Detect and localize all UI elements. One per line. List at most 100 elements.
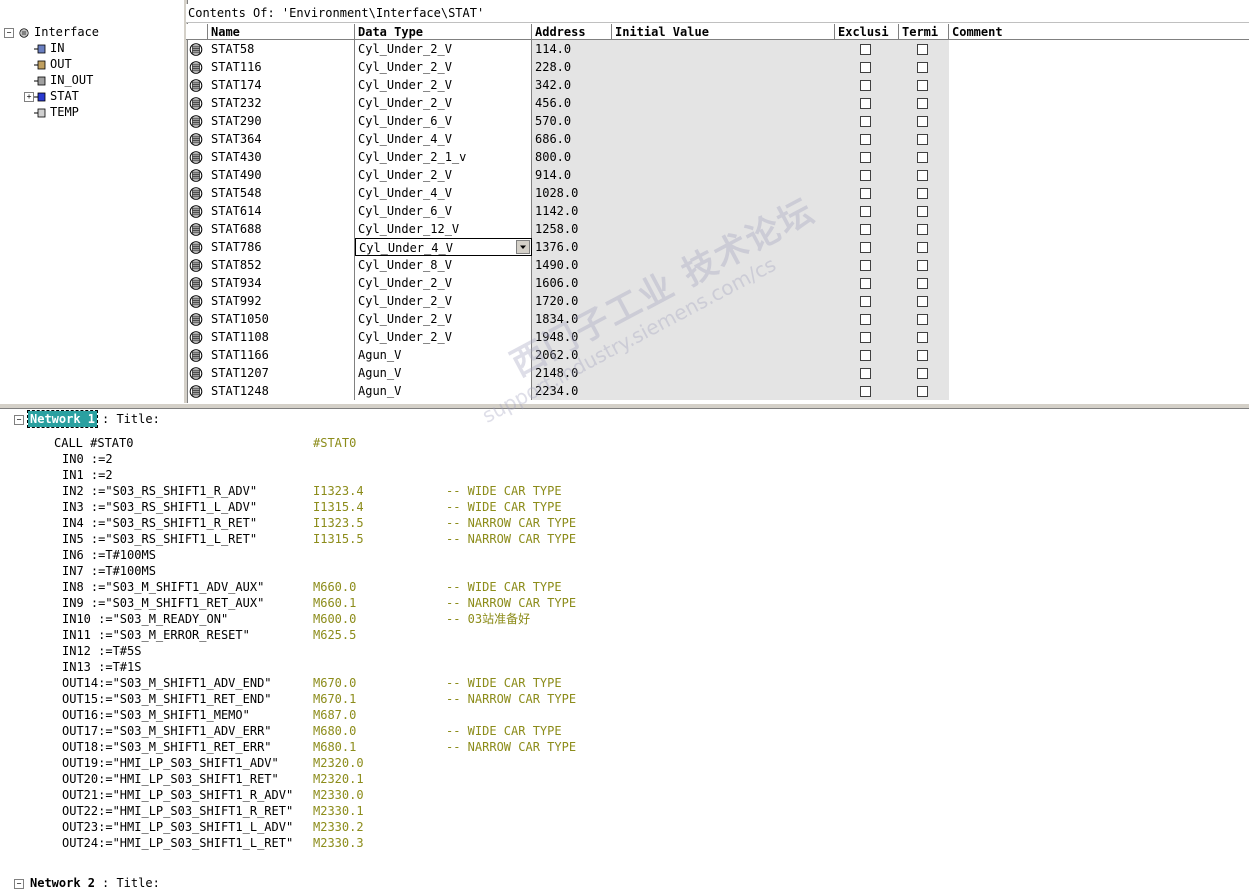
col-header-termination[interactable]: Termi	[899, 24, 949, 40]
termination-checkbox[interactable]	[917, 368, 928, 379]
data-type-cell[interactable]: Cyl_Under_2_V	[355, 274, 532, 292]
table-row[interactable]: STAT232 Cyl_Under_2_V 456.0	[186, 94, 1249, 112]
data-type-cell[interactable]: Cyl_Under_4_V	[355, 130, 532, 148]
exclusion-checkbox[interactable]	[860, 260, 871, 271]
exclusion-checkbox[interactable]	[860, 278, 871, 289]
termination-checkbox[interactable]	[917, 170, 928, 181]
col-header-name[interactable]: Name	[208, 24, 355, 40]
network-2-label[interactable]: Network 2	[28, 875, 97, 891]
data-type-cell[interactable]: Agun_V	[355, 382, 532, 400]
expand-icon[interactable]: +	[24, 92, 34, 102]
data-type-cell[interactable]: Cyl_Under_6_V	[355, 112, 532, 130]
name-cell[interactable]: STAT992	[208, 292, 355, 310]
table-row[interactable]: STAT58 Cyl_Under_2_V 114.0	[186, 40, 1249, 58]
name-cell[interactable]: STAT548	[208, 184, 355, 202]
name-cell[interactable]: STAT116	[208, 58, 355, 76]
exclusion-checkbox[interactable]	[860, 350, 871, 361]
param-assignment[interactable]: OUT22:="HMI_LP_S03_SHIFT1_R_RET"	[62, 803, 293, 819]
termination-checkbox[interactable]	[917, 80, 928, 91]
table-row[interactable]: STAT1248 Agun_V 2234.0	[186, 382, 1249, 400]
name-cell[interactable]: STAT1166	[208, 346, 355, 364]
param-assignment[interactable]: IN0 :=2	[62, 451, 113, 467]
exclusion-checkbox[interactable]	[860, 134, 871, 145]
termination-checkbox[interactable]	[917, 98, 928, 109]
exclusion-checkbox[interactable]	[860, 368, 871, 379]
param-assignment[interactable]: IN11 :="S03_M_ERROR_RESET"	[62, 627, 250, 643]
table-row[interactable]: STAT1207 Agun_V 2148.0	[186, 364, 1249, 382]
col-header-address[interactable]: Address	[532, 24, 612, 40]
param-assignment[interactable]: OUT20:="HMI_LP_S03_SHIFT1_RET"	[62, 771, 279, 787]
name-cell[interactable]: STAT688	[208, 220, 355, 238]
termination-checkbox[interactable]	[917, 134, 928, 145]
table-row[interactable]: STAT614 Cyl_Under_6_V 1142.0	[186, 202, 1249, 220]
table-row[interactable]: STAT786 Cyl_Under_4_V 1376.0	[186, 238, 1249, 256]
param-assignment[interactable]: IN1 :=2	[62, 467, 113, 483]
name-cell[interactable]: STAT1050	[208, 310, 355, 328]
tree-item-in[interactable]: IN	[34, 40, 64, 56]
network-1-title[interactable]: : Title:	[102, 411, 160, 427]
tree-item-in-out[interactable]: IN_OUT	[34, 72, 93, 88]
termination-checkbox[interactable]	[917, 188, 928, 199]
name-cell[interactable]: STAT934	[208, 274, 355, 292]
param-assignment[interactable]: IN9 :="S03_M_SHIFT1_RET_AUX"	[62, 595, 264, 611]
param-assignment[interactable]: IN5 :="S03_RS_SHIFT1_L_RET"	[62, 531, 257, 547]
data-type-cell[interactable]: Agun_V	[355, 364, 532, 382]
param-assignment[interactable]: IN6 :=T#100MS	[62, 547, 156, 563]
exclusion-checkbox[interactable]	[860, 314, 871, 325]
name-cell[interactable]: STAT786	[208, 238, 355, 256]
data-type-dropdown[interactable]: Cyl_Under_4_V	[355, 238, 532, 256]
termination-checkbox[interactable]	[917, 152, 928, 163]
name-cell[interactable]: STAT430	[208, 148, 355, 166]
data-type-cell[interactable]: Cyl_Under_4_V	[355, 184, 532, 202]
name-cell[interactable]: STAT1207	[208, 364, 355, 382]
data-type-cell[interactable]: Cyl_Under_2_V	[355, 94, 532, 112]
param-assignment[interactable]: IN3 :="S03_RS_SHIFT1_L_ADV"	[62, 499, 257, 515]
exclusion-checkbox[interactable]	[860, 62, 871, 73]
network-2-title[interactable]: : Title:	[102, 875, 160, 891]
name-cell[interactable]: STAT58	[208, 40, 355, 58]
param-assignment[interactable]: IN10 :="S03_M_READY_ON"	[62, 611, 228, 627]
data-type-cell[interactable]: Cyl_Under_2_V	[355, 292, 532, 310]
col-header-data-type[interactable]: Data Type	[355, 24, 532, 40]
exclusion-checkbox[interactable]	[860, 152, 871, 163]
termination-checkbox[interactable]	[917, 260, 928, 271]
param-assignment[interactable]: OUT17:="S03_M_SHIFT1_ADV_ERR"	[62, 723, 272, 739]
data-type-cell[interactable]: Cyl_Under_2_1_v	[355, 148, 532, 166]
name-cell[interactable]: STAT852	[208, 256, 355, 274]
exclusion-checkbox[interactable]	[860, 242, 871, 253]
table-row[interactable]: STAT548 Cyl_Under_4_V 1028.0	[186, 184, 1249, 202]
tree-item-stat[interactable]: STAT	[34, 88, 79, 104]
table-row[interactable]: STAT174 Cyl_Under_2_V 342.0	[186, 76, 1249, 94]
data-type-cell[interactable]: Cyl_Under_2_V	[355, 40, 532, 58]
col-header-exclusion[interactable]: Exclusi	[835, 24, 899, 40]
table-row[interactable]: STAT934 Cyl_Under_2_V 1606.0	[186, 274, 1249, 292]
dropdown-button[interactable]	[516, 240, 530, 254]
exclusion-checkbox[interactable]	[860, 188, 871, 199]
termination-checkbox[interactable]	[917, 242, 928, 253]
termination-checkbox[interactable]	[917, 296, 928, 307]
col-header-comment[interactable]: Comment	[949, 24, 1249, 40]
param-assignment[interactable]: OUT14:="S03_M_SHIFT1_ADV_END"	[62, 675, 272, 691]
tree-item-out[interactable]: OUT	[34, 56, 72, 72]
table-row[interactable]: STAT1108 Cyl_Under_2_V 1948.0	[186, 328, 1249, 346]
table-row[interactable]: STAT1166 Agun_V 2062.0	[186, 346, 1249, 364]
param-assignment[interactable]: IN12 :=T#5S	[62, 643, 141, 659]
exclusion-checkbox[interactable]	[860, 116, 871, 127]
call-statement[interactable]: CALL #STAT0	[54, 435, 133, 451]
param-assignment[interactable]: OUT19:="HMI_LP_S03_SHIFT1_ADV"	[62, 755, 279, 771]
param-assignment[interactable]: IN13 :=T#1S	[62, 659, 141, 675]
table-row[interactable]: STAT490 Cyl_Under_2_V 914.0	[186, 166, 1249, 184]
termination-checkbox[interactable]	[917, 224, 928, 235]
exclusion-checkbox[interactable]	[860, 296, 871, 307]
param-assignment[interactable]: OUT21:="HMI_LP_S03_SHIFT1_R_ADV"	[62, 787, 293, 803]
tree-item-temp[interactable]: TEMP	[34, 104, 79, 120]
param-assignment[interactable]: IN2 :="S03_RS_SHIFT1_R_ADV"	[62, 483, 257, 499]
table-row[interactable]: STAT290 Cyl_Under_6_V 570.0	[186, 112, 1249, 130]
exclusion-checkbox[interactable]	[860, 206, 871, 217]
termination-checkbox[interactable]	[917, 278, 928, 289]
name-cell[interactable]: STAT1108	[208, 328, 355, 346]
data-type-cell[interactable]: Cyl_Under_12_V	[355, 220, 532, 238]
termination-checkbox[interactable]	[917, 350, 928, 361]
param-assignment[interactable]: OUT24:="HMI_LP_S03_SHIFT1_L_RET"	[62, 835, 293, 851]
exclusion-checkbox[interactable]	[860, 224, 871, 235]
